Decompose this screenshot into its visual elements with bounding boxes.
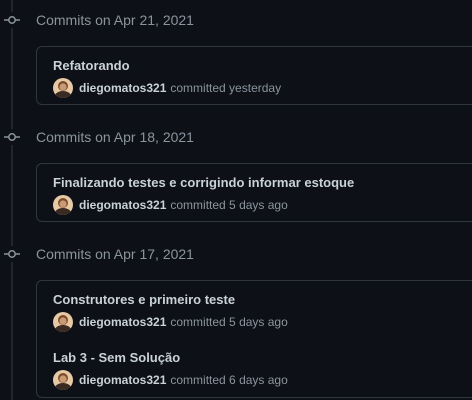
commit-group-title: Commits on Apr 21, 2021 [36, 12, 194, 28]
commit-title-link[interactable]: Lab 3 - Sem Solução [53, 349, 180, 367]
commit-list: Finalizando testes e corrigindo informar… [36, 163, 472, 222]
commit-row: Construtores e primeiro teste diegomatos… [37, 281, 472, 339]
commit-meta: diegomatos321 committed 5 days ago [53, 312, 288, 332]
git-commit-icon [4, 246, 20, 262]
commit-row: Refatorando diegomatos321 committed yest… [37, 47, 472, 104]
commit-row: Lab 3 - Sem Solução diegomatos321 commit… [37, 339, 472, 397]
commit-time: committed 5 days ago [170, 315, 288, 329]
avatar[interactable] [53, 312, 73, 332]
commit-group-title: Commits on Apr 18, 2021 [36, 129, 194, 145]
commit-meta: diegomatos321 committed yesterday [53, 78, 281, 98]
commit-list: Construtores e primeiro teste diegomatos… [36, 280, 472, 398]
author-link[interactable]: diegomatos321 [79, 81, 166, 95]
commit-title-link[interactable]: Construtores e primeiro teste [53, 291, 235, 309]
avatar[interactable] [53, 370, 73, 390]
author-link[interactable]: diegomatos321 [79, 198, 166, 212]
commit-title-link[interactable]: Finalizando testes e corrigindo informar… [53, 174, 354, 192]
commit-group-title: Commits on Apr 17, 2021 [36, 246, 194, 262]
author-link[interactable]: diegomatos321 [79, 315, 166, 329]
timeline-line [11, 0, 13, 400]
author-link[interactable]: diegomatos321 [79, 373, 166, 387]
commit-meta: diegomatos321 committed 5 days ago [53, 195, 288, 215]
git-commit-icon [4, 12, 20, 28]
commit-meta: diegomatos321 committed 6 days ago [53, 370, 288, 390]
commit-time: committed 5 days ago [170, 198, 288, 212]
avatar[interactable] [53, 78, 73, 98]
git-commit-icon [4, 129, 20, 145]
commit-time: committed 6 days ago [170, 373, 288, 387]
commit-list: Refatorando diegomatos321 committed yest… [36, 46, 472, 105]
commit-time: committed yesterday [170, 81, 282, 95]
avatar[interactable] [53, 195, 73, 215]
commit-row: Finalizando testes e corrigindo informar… [37, 164, 472, 221]
commit-title-link[interactable]: Refatorando [53, 57, 130, 75]
